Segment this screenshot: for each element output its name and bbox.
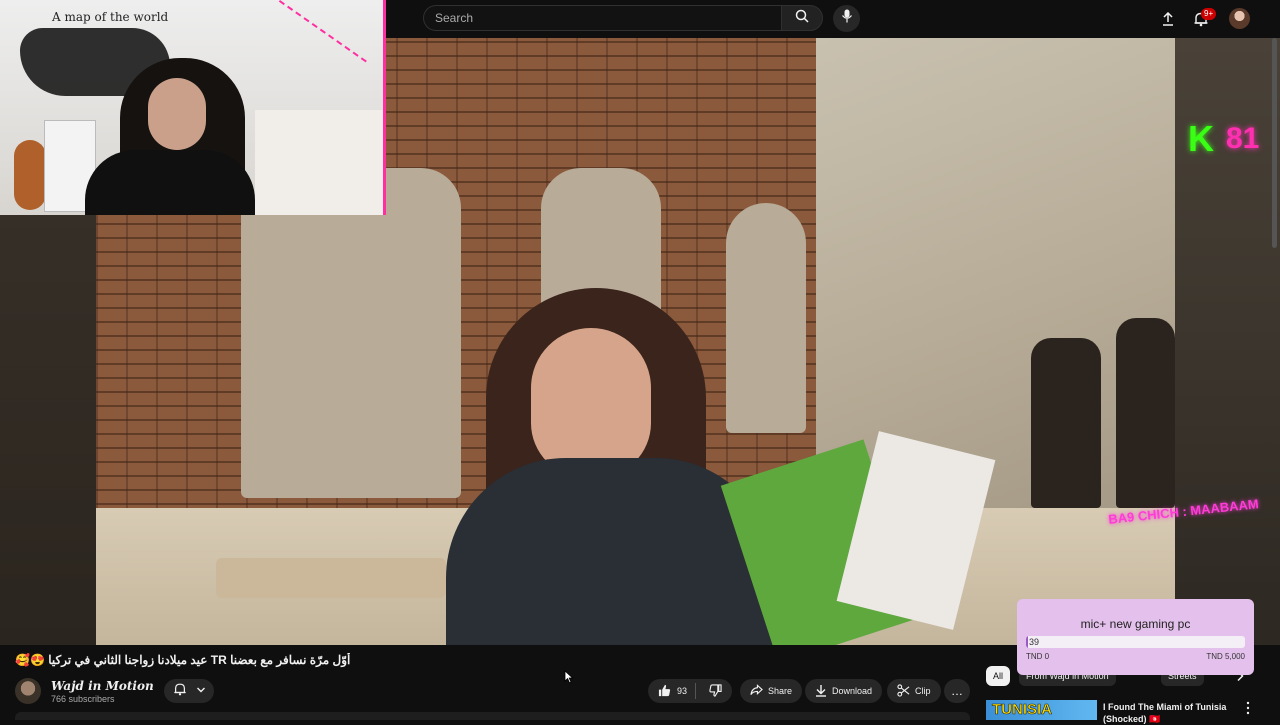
clip-button[interactable]: Clip — [887, 679, 941, 703]
page-scrollbar[interactable] — [1272, 38, 1277, 248]
donation-range: TND 0 TND 5,000 — [1026, 652, 1245, 661]
bench — [216, 558, 446, 598]
thumbs-up-icon — [658, 684, 671, 699]
donation-progress-bar: 39 — [1026, 636, 1245, 648]
background-person — [1031, 338, 1101, 508]
more-icon: … — [951, 684, 963, 698]
voice-search-button[interactable] — [833, 5, 860, 32]
bell-icon — [173, 682, 187, 701]
description-box-edge[interactable] — [15, 712, 970, 720]
neon-strip — [383, 0, 386, 215]
wall-map-caption: A map of the world — [52, 10, 169, 24]
subscription-bell-button[interactable] — [164, 679, 214, 703]
clip-label: Clip — [915, 686, 931, 696]
background-person — [1116, 318, 1175, 508]
share-icon — [750, 684, 763, 698]
recommended-video-thumbnail[interactable]: TUNISIA — [986, 700, 1097, 720]
bed — [255, 110, 385, 215]
account-avatar[interactable] — [1229, 8, 1250, 29]
download-button[interactable]: Download — [805, 679, 883, 703]
share-button[interactable]: Share — [740, 679, 803, 703]
channel-name[interactable]: Wajd in Motion — [51, 679, 154, 693]
streamer-webcam: A map of the world — [0, 0, 386, 215]
guitar — [14, 140, 46, 210]
scissors-icon — [897, 683, 910, 699]
search-button[interactable] — [781, 5, 823, 31]
search-icon — [795, 9, 809, 28]
mic-icon — [841, 9, 853, 28]
like-button[interactable]: 93 — [648, 683, 697, 699]
streamer-body — [85, 150, 255, 215]
chevron-down-icon — [196, 682, 206, 700]
kebab-icon[interactable] — [1243, 701, 1253, 715]
thumbs-down-icon — [709, 683, 722, 699]
thumbnail-text: TUNISIA — [992, 701, 1053, 719]
subscriber-count: 766 subscribers — [51, 694, 115, 704]
share-label: Share — [768, 686, 793, 696]
like-count: 93 — [677, 686, 688, 696]
donation-goal-widget: mic+ new gaming pc 39 TND 0 TND 5,000 — [1017, 599, 1254, 675]
streamer-face — [148, 78, 206, 150]
vlogger-face — [531, 328, 651, 478]
donation-current-value: 39 — [1029, 637, 1040, 647]
like-dislike-group: 93 — [648, 679, 732, 703]
donation-max-label: TND 5,000 — [1206, 652, 1245, 661]
download-label: Download — [832, 686, 873, 696]
neon-number-overlay: 81 — [1226, 122, 1260, 155]
donation-goal-title: mic+ new gaming pc — [1080, 617, 1191, 631]
dislike-button[interactable] — [701, 683, 730, 699]
download-icon — [815, 684, 827, 699]
donation-progress-fill — [1026, 636, 1028, 648]
vlogger — [446, 288, 806, 645]
mouse-cursor-icon — [564, 670, 574, 684]
more-actions-button[interactable]: … — [944, 679, 970, 703]
upload-icon[interactable] — [1158, 9, 1178, 29]
notification-badge: 9+ — [1201, 8, 1217, 20]
channel-avatar[interactable] — [15, 678, 41, 704]
video-title: أوّل مرّة نسافر مع بعضنا TR عيد ميلادنا … — [15, 653, 351, 667]
neon-k-overlay: K — [1188, 118, 1214, 159]
wall-arch — [241, 168, 461, 498]
recommended-video-title[interactable]: I Found The Miami of Tunisia (Shocked) 🇹… — [1103, 701, 1231, 725]
chip-all[interactable]: All — [986, 666, 1011, 686]
donation-min-label: TND 0 — [1026, 652, 1050, 661]
search-input[interactable]: Search — [423, 5, 781, 31]
